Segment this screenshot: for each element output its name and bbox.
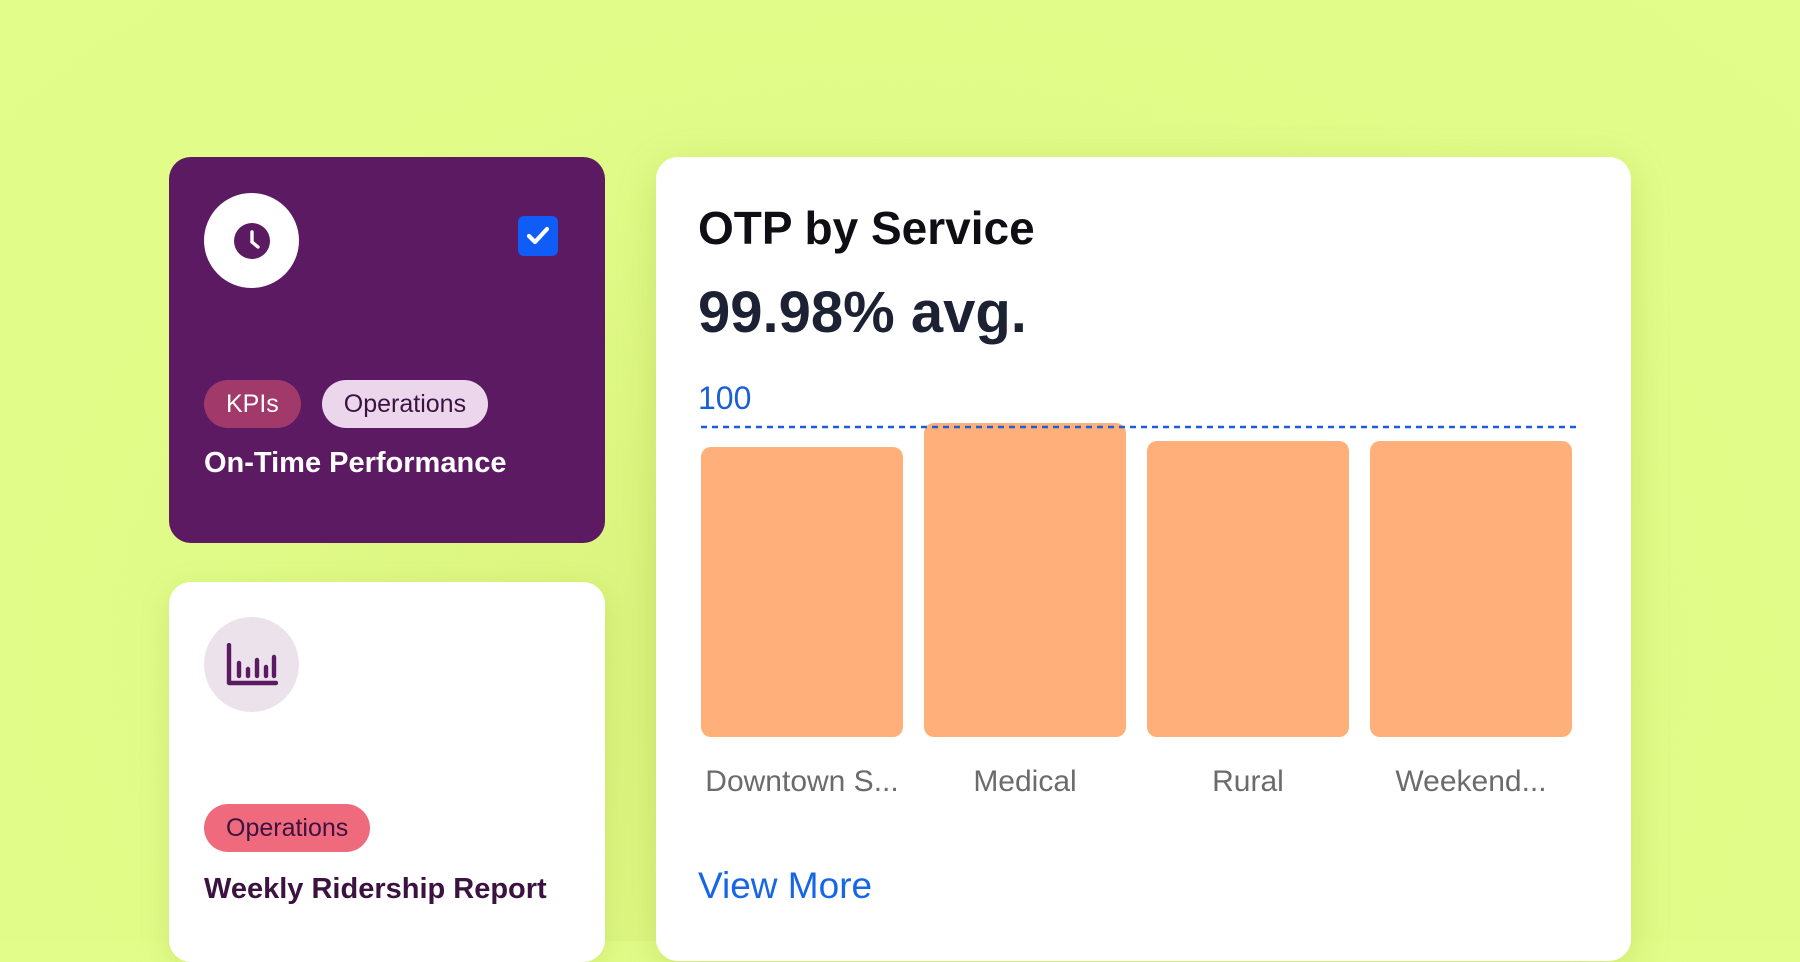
view-more-link[interactable]: View More (698, 865, 872, 907)
tag-list: Operations (204, 804, 371, 852)
bar-chart-icon (204, 617, 299, 712)
bar-3[interactable] (1370, 441, 1572, 737)
otp-by-service-card: OTP by Service 99.98% avg. Downtown S...… (656, 157, 1631, 961)
tag-operations[interactable]: Operations (321, 380, 489, 428)
category-label-3: Weekend... (1395, 765, 1546, 798)
weekly-ridership-report-card[interactable]: Operations Weekly Ridership Report (169, 582, 605, 962)
tag-operations[interactable]: Operations (204, 804, 371, 852)
bar-0[interactable] (701, 447, 903, 737)
category-label-2: Rural (1212, 765, 1284, 798)
reference-line-label: 100 (698, 380, 751, 416)
tag-kpis[interactable]: KPIs (204, 380, 301, 428)
on-time-performance-card[interactable]: KPIs Operations On-Time Performance (169, 157, 605, 543)
bar-1[interactable] (924, 423, 1126, 737)
checkmark-icon (526, 226, 550, 245)
bar-2[interactable] (1147, 441, 1349, 737)
category-label-1: Medical (973, 765, 1076, 798)
select-checkbox[interactable] (518, 216, 558, 256)
clock-icon (204, 193, 299, 288)
category-label-0: Downtown S... (705, 765, 898, 798)
card-title: On-Time Performance (204, 447, 507, 479)
card-title: Weekly Ridership Report (204, 873, 547, 905)
tag-list: KPIs Operations (204, 380, 489, 428)
otp-bar-chart: Downtown S... Medical Rural Weekend... 100 (698, 380, 1581, 798)
